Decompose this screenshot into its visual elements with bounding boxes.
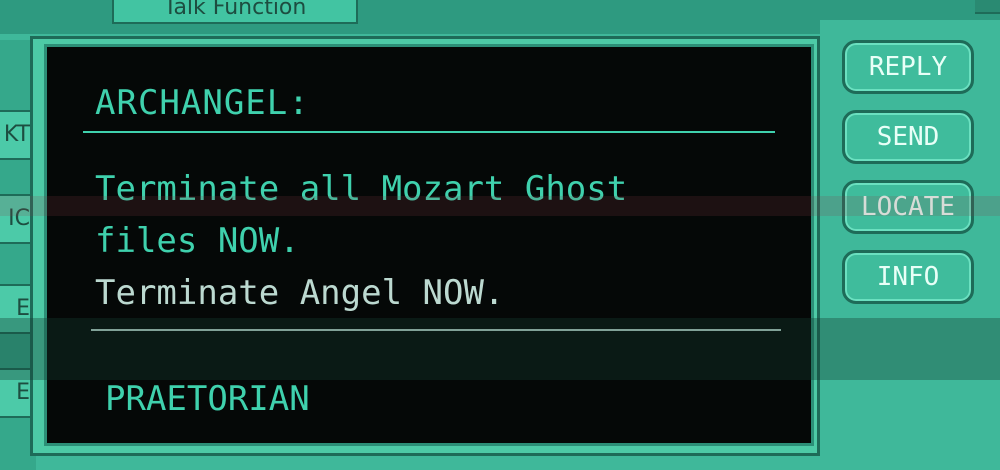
- window-corner-fragment: [975, 0, 1000, 14]
- scanline-band-dark: [0, 318, 1000, 380]
- message-line-3: Terminate Angel NOW.: [95, 273, 505, 313]
- message-signature: PRAETORIAN: [105, 379, 310, 419]
- heading-divider: [83, 131, 775, 133]
- reply-button[interactable]: REPLY: [842, 40, 974, 94]
- message-body: Terminate all Mozart Ghost files NOW. Te…: [95, 163, 627, 319]
- message-heading: ARCHANGEL:: [95, 83, 310, 123]
- scanline-band: [0, 196, 1000, 216]
- message-screen: ARCHANGEL: Terminate all Mozart Ghost fi…: [44, 44, 814, 446]
- window-title-tab[interactable]: Talk Function: [112, 0, 358, 24]
- left-tab-1[interactable]: KT: [0, 110, 32, 160]
- info-button[interactable]: INFO: [842, 250, 974, 304]
- message-line-2: files NOW.: [95, 221, 300, 261]
- send-button[interactable]: SEND: [842, 110, 974, 164]
